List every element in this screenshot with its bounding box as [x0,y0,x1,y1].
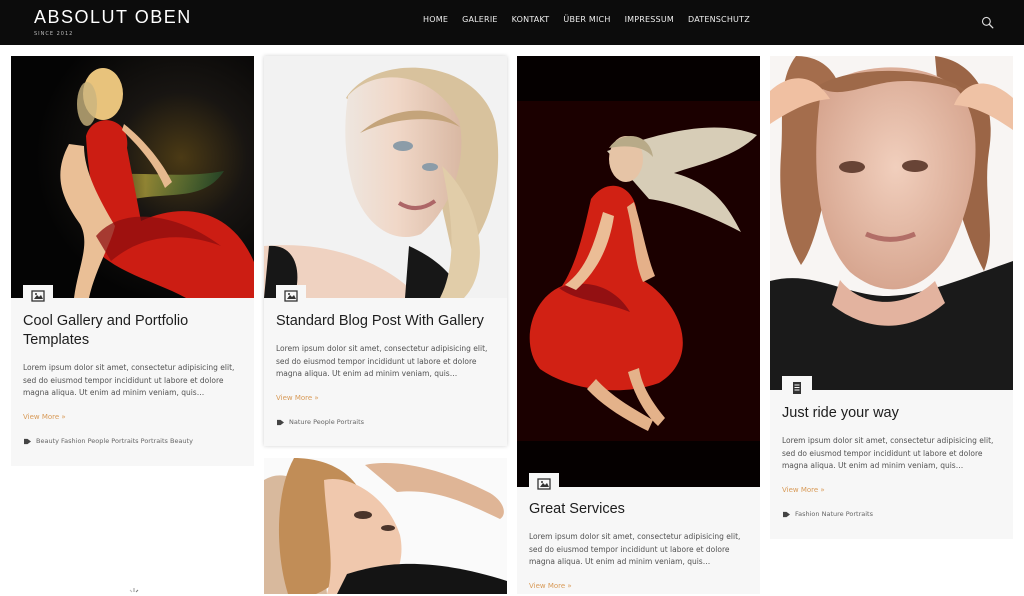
post-tags: Nature People Portraits [276,418,364,426]
post-tags: Fashion Nature Portraits [782,510,873,518]
image-icon [284,290,298,302]
blonde-portrait-image[interactable] [264,56,507,298]
post-card-3[interactable]: Great Services Lorem ipsum dolor sit ame… [517,56,760,594]
post-format-badge [276,285,306,308]
post-excerpt: Lorem ipsum dolor sit amet, consectetur … [529,532,741,567]
nav-home[interactable]: HOME [423,15,448,24]
post-format-badge [23,285,53,308]
post-excerpt: Lorem ipsum dolor sit amet, consectetur … [276,344,488,379]
post-excerpt: Lorem ipsum dolor sit amet, consectetur … [782,436,994,471]
post-excerpt: Lorem ipsum dolor sit amet, consectetur … [23,363,235,398]
document-icon [793,382,801,394]
woman-hands-head-image[interactable] [264,458,507,594]
post-title[interactable]: Great Services [529,500,753,519]
nav-galerie[interactable]: GALERIE [462,15,498,24]
brunette-portrait-image[interactable] [770,56,1013,390]
main-navigation: HOME GALERIE KONTAKT ÜBER MICH IMPRESSUM… [423,15,764,24]
view-more-link[interactable]: View More » [276,394,319,402]
image-icon [31,290,45,302]
view-more-link[interactable]: View More » [23,413,66,421]
image-icon [537,478,551,490]
post-title[interactable]: Cool Gallery and Portfolio Templates [23,312,243,350]
post-card-1[interactable]: Cool Gallery and Portfolio Templates Lore… [11,56,254,466]
site-logo[interactable]: ABSOLUT OBEN [34,7,192,28]
view-more-link[interactable]: View More » [782,486,825,494]
post-card-4[interactable]: Just ride your way Lorem ipsum dolor sit… [770,56,1013,539]
tag-icon [783,511,790,517]
site-tagline: SINCE 2012 [34,31,74,37]
post-card-5[interactable] [264,458,507,594]
site-header: ABSOLUT OBEN SINCE 2012 HOME GALERIE KON… [0,0,1024,45]
view-more-link[interactable]: View More » [529,582,572,590]
post-title[interactable]: Standard Blog Post With Gallery [276,312,500,331]
nav-impressum[interactable]: IMPRESSUM [625,15,674,24]
dancer-red-dress-image[interactable] [11,56,254,298]
post-format-badge [529,473,559,496]
nav-ueber-mich[interactable]: ÜBER MICH [563,15,610,24]
post-title[interactable]: Just ride your way [782,404,1006,423]
flying-hair-dancer-image[interactable] [517,56,760,487]
nav-kontakt[interactable]: KONTAKT [512,15,550,24]
nav-datenschutz[interactable]: DATENSCHUTZ [688,15,750,24]
post-card-2[interactable]: Standard Blog Post With Gallery Lorem ip… [264,56,507,446]
tag-icon [277,419,284,425]
loading-spinner-icon [129,588,139,593]
search-icon[interactable] [981,16,994,29]
post-tags: Beauty Fashion People Portraits Portrait… [23,437,193,445]
post-format-badge [782,376,812,399]
tag-icon [24,438,31,444]
